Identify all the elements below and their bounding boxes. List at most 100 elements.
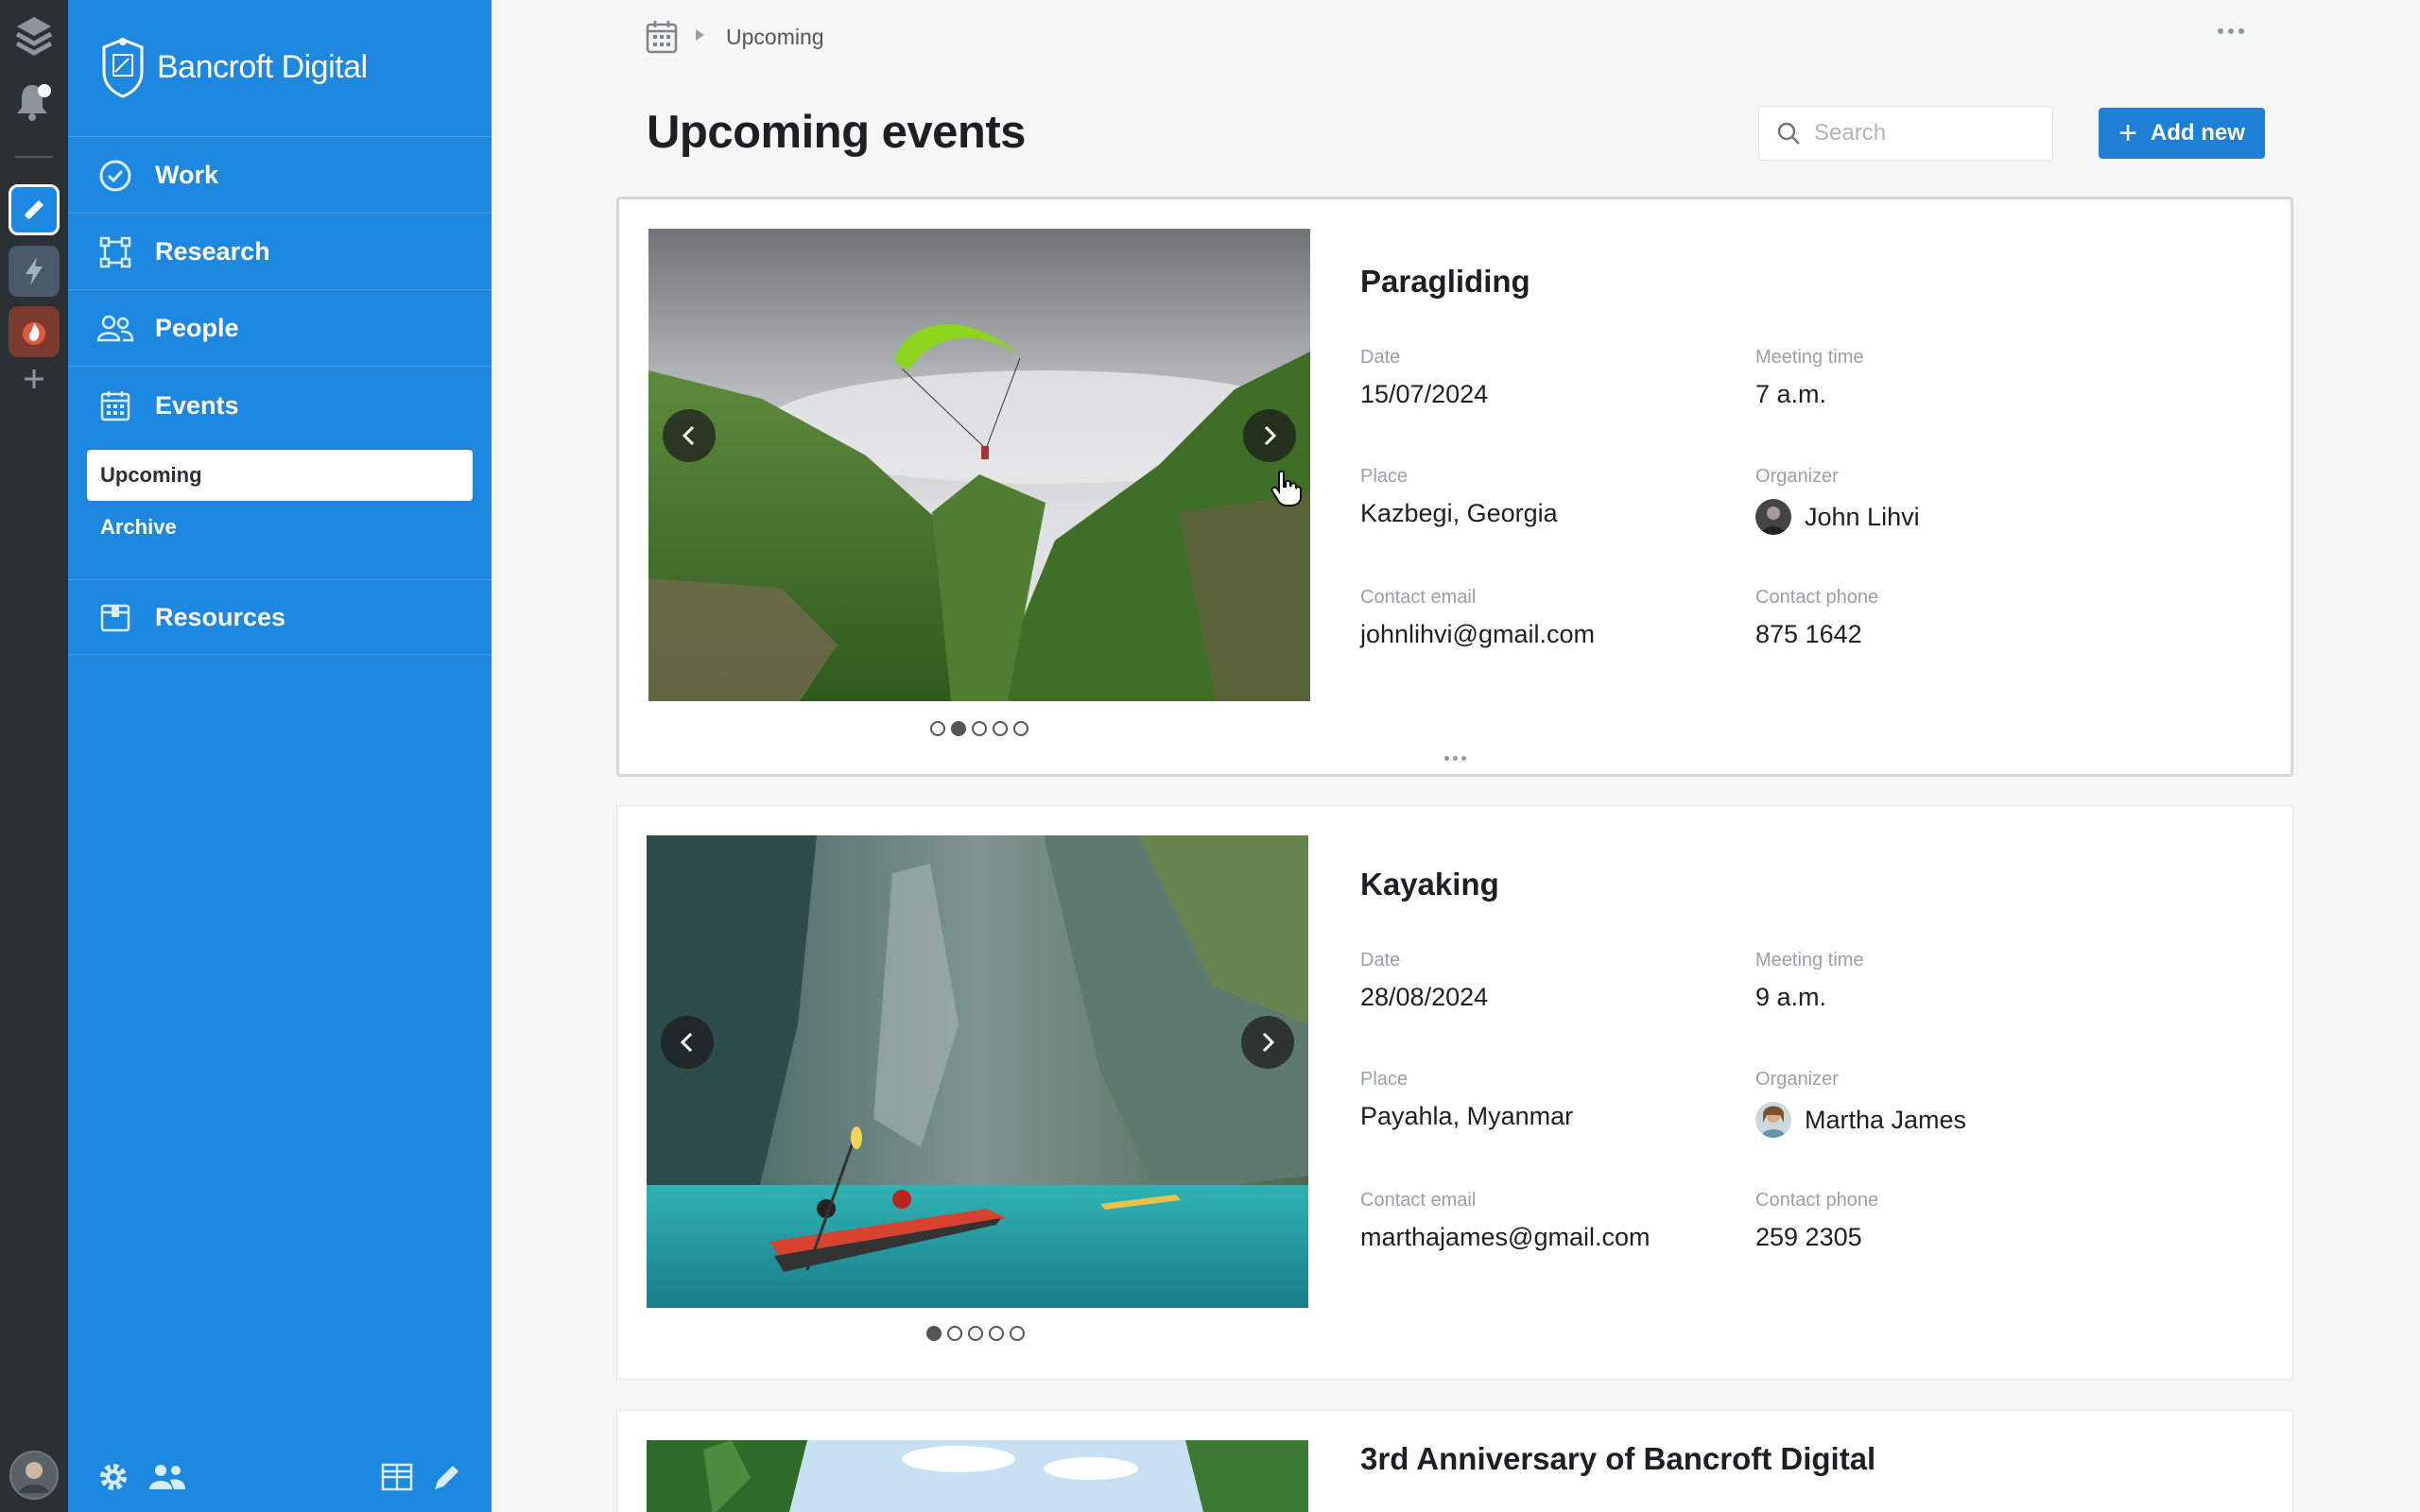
- event-title[interactable]: Paragliding: [1360, 264, 1530, 300]
- field-label: Place: [1360, 466, 1409, 487]
- add-workspace-icon[interactable]: [0, 365, 68, 393]
- sidebar-item-resources[interactable]: Resources: [68, 579, 492, 655]
- organizer-avatar[interactable]: [1755, 1102, 1791, 1138]
- sidebar-item-events[interactable]: Events: [68, 368, 492, 443]
- event-date: Date 15/07/2024: [1360, 347, 1488, 409]
- carousel-dot[interactable]: [968, 1326, 983, 1341]
- carousel-prev-button[interactable]: [661, 1016, 714, 1069]
- rail-divider: [15, 156, 53, 158]
- carousel-prev-button[interactable]: [663, 409, 716, 462]
- breadcrumb-separator-icon: [696, 29, 704, 41]
- grid-view-icon[interactable]: [380, 1453, 414, 1501]
- event-contact-phone: Contact phone 875 1642: [1755, 587, 1878, 649]
- carousel-dot[interactable]: [930, 721, 945, 736]
- event-photo-anniversary: [647, 1440, 1308, 1512]
- carousel-next-button[interactable]: [1241, 1016, 1294, 1069]
- event-contact-email: Contact email marthajames@gmail.com: [1360, 1190, 1651, 1252]
- carousel-dot[interactable]: [1013, 721, 1028, 736]
- sidebar-item-label: Events: [155, 390, 239, 420]
- field-value[interactable]: marthajames@gmail.com: [1360, 1223, 1651, 1252]
- chevron-right-icon: [1264, 425, 1277, 446]
- carousel-dot[interactable]: [1010, 1326, 1025, 1341]
- event-organizer: Organizer Martha James: [1755, 1069, 1966, 1138]
- breadcrumb-calendar-icon[interactable]: [645, 19, 679, 60]
- event-title[interactable]: 3rd Anniversary of Bancroft Digital: [1360, 1441, 1876, 1477]
- event-place: Place Kazbegi, Georgia: [1360, 466, 1558, 528]
- team-icon[interactable]: [147, 1453, 187, 1501]
- brand[interactable]: Bancroft Digital: [96, 34, 368, 100]
- chevron-left-icon: [680, 1032, 693, 1053]
- carousel-dot[interactable]: [989, 1326, 1004, 1341]
- field-value[interactable]: 259 2305: [1755, 1223, 1878, 1252]
- event-photo-kayaking: [647, 835, 1308, 1308]
- carousel-next-button[interactable]: [1243, 409, 1296, 462]
- field-label: Place: [1360, 1069, 1409, 1090]
- event-meeting-time: Meeting time 9 a.m.: [1755, 950, 1864, 1012]
- organizer-row: John Lihvi: [1755, 499, 1920, 535]
- event-place: Place Payahla, Myanmar: [1360, 1069, 1573, 1131]
- event-card[interactable]: Paragliding Date 15/07/2024 Meeting time…: [616, 197, 2293, 777]
- organizer-name[interactable]: John Lihvi: [1805, 503, 1920, 532]
- bounding-box-icon: [96, 233, 134, 271]
- pencil-icon: [24, 200, 43, 220]
- field-value[interactable]: johnlihvi@gmail.com: [1360, 620, 1595, 649]
- sidebar-subitem-upcoming[interactable]: Upcoming: [87, 450, 473, 501]
- event-title[interactable]: Kayaking: [1360, 867, 1499, 902]
- carousel-dots: [615, 1326, 1336, 1341]
- carousel-dots: [619, 721, 1340, 736]
- field-value[interactable]: 875 1642: [1755, 620, 1878, 649]
- organizer-avatar[interactable]: [1755, 499, 1791, 535]
- calendar-icon: [96, 387, 134, 424]
- box-icon: [96, 598, 134, 636]
- event-meeting-time: Meeting time 7 a.m.: [1755, 347, 1864, 409]
- event-contact-email: Contact email johnlihvi@gmail.com: [1360, 587, 1595, 649]
- sidebar-item-label: Resources: [155, 602, 286, 631]
- plus-icon: +: [2118, 115, 2137, 151]
- field-label: Organizer: [1755, 1069, 1839, 1090]
- notification-bell-icon[interactable]: [0, 79, 68, 123]
- sidebar-item-label: People: [155, 314, 239, 342]
- more-options-icon[interactable]: [2218, 28, 2244, 34]
- carousel-dot-active[interactable]: [951, 721, 966, 736]
- event-card[interactable]: 3rd Anniversary of Bancroft Digital: [616, 1410, 2293, 1512]
- crest-logo-icon: [102, 38, 144, 98]
- field-label: Contact phone: [1755, 1190, 1879, 1211]
- sidebar-subitem-archive[interactable]: Archive: [87, 502, 473, 553]
- carousel-dot[interactable]: [947, 1326, 962, 1341]
- settings-gear-icon[interactable]: [96, 1453, 130, 1501]
- flame-icon: [23, 322, 45, 345]
- workspace-fire-button[interactable]: [9, 306, 60, 357]
- add-new-button[interactable]: + Add new: [2099, 108, 2265, 159]
- event-photo-paragliding: [648, 229, 1310, 701]
- field-value: Kazbegi, Georgia: [1360, 499, 1558, 527]
- event-card[interactable]: Kayaking Date 28/08/2024 Meeting time 9 …: [616, 805, 2293, 1380]
- organizer-name[interactable]: Martha James: [1805, 1106, 1966, 1135]
- field-label: Contact email: [1360, 587, 1477, 608]
- search-input[interactable]: [1814, 120, 2041, 146]
- field-value: 7 a.m.: [1755, 380, 1827, 408]
- brand-name: Bancroft Digital: [157, 48, 368, 85]
- check-circle-icon: [96, 157, 134, 195]
- event-date: Date 28/08/2024: [1360, 950, 1488, 1012]
- sidebar-item-research[interactable]: Research: [68, 215, 492, 290]
- card-resize-handle-icon[interactable]: [1444, 756, 1466, 761]
- sidebar: Bancroft Digital Work Research People Ev…: [68, 0, 492, 1512]
- field-label: Organizer: [1755, 466, 1839, 487]
- carousel-dot-active[interactable]: [926, 1326, 942, 1341]
- workspace-edit-button[interactable]: [9, 184, 60, 235]
- field-value: 28/08/2024: [1360, 983, 1489, 1011]
- carousel-dot[interactable]: [972, 721, 987, 736]
- user-avatar[interactable]: [0, 1450, 68, 1501]
- carousel-dot[interactable]: [993, 721, 1008, 736]
- hand-cursor-icon: [1270, 470, 1304, 512]
- brand-divider: [68, 136, 492, 137]
- search-box[interactable]: [1758, 106, 2053, 161]
- sidebar-item-people[interactable]: People: [68, 291, 492, 367]
- sidebar-item-work[interactable]: Work: [68, 138, 492, 214]
- layers-icon[interactable]: [0, 13, 68, 60]
- field-label: Date: [1360, 347, 1401, 368]
- workspace-bolt-button[interactable]: [9, 246, 60, 297]
- edit-pencil-icon[interactable]: [431, 1453, 463, 1501]
- field-value: 9 a.m.: [1755, 983, 1827, 1011]
- breadcrumb-current[interactable]: Upcoming: [726, 25, 824, 50]
